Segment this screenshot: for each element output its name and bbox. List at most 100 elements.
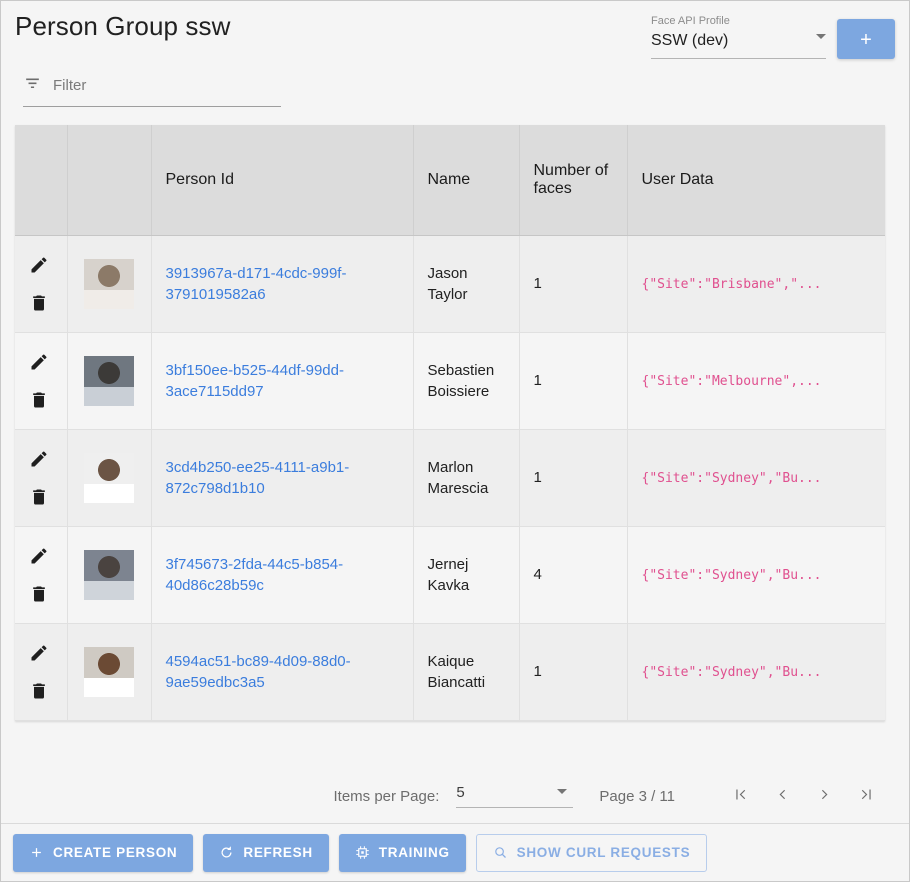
delete-person-button[interactable]	[29, 293, 49, 313]
faces-count: 1	[533, 275, 542, 292]
person-name: Jason Taylor	[427, 264, 468, 303]
user-data-cell: {"Site":"Brisbane","...	[627, 235, 885, 333]
edit-person-button[interactable]	[29, 352, 49, 372]
items-per-page-select[interactable]: 5	[456, 784, 574, 808]
face-api-profile-value: SSW (dev)	[651, 32, 729, 49]
user-data-cell: {"Site":"Sydney","Bu...	[627, 623, 885, 721]
avatar-cell	[67, 235, 152, 333]
show-curl-label: SHOW CURL REQUESTS	[516, 845, 691, 860]
row-actions-cell	[15, 623, 68, 721]
delete-icon	[29, 489, 49, 510]
face-api-profile-label: Face API Profile	[651, 15, 730, 27]
edit-person-button[interactable]	[29, 255, 49, 275]
edit-icon	[29, 450, 49, 472]
person-id-link[interactable]: 3bf150ee-b525-44df-99dd-3ace7115dd97	[166, 360, 399, 402]
first-page-icon	[732, 786, 749, 806]
page-indicator: Page 3 / 11	[599, 787, 675, 805]
user-data-cell: {"Site":"Sydney","Bu...	[627, 526, 885, 624]
person-id-cell: 3cd4b250-ee25-4111-a9b1-872c798d1b10	[151, 429, 414, 527]
delete-person-button[interactable]	[29, 390, 49, 410]
faces-count: 1	[533, 372, 542, 389]
plus-icon	[29, 845, 44, 860]
person-id-cell: 3f745673-2fda-44c5-b854-40d86c28b59c	[151, 526, 414, 624]
delete-icon	[29, 683, 49, 704]
delete-person-button[interactable]	[29, 584, 49, 604]
user-data-value: {"Site":"Sydney","Bu...	[641, 568, 822, 583]
person-name-cell: Kaique Biancatti	[413, 623, 520, 721]
edit-icon	[29, 353, 49, 375]
person-name-cell: Sebastien Boissiere	[413, 332, 520, 430]
next-page-button[interactable]	[803, 779, 845, 813]
column-header-user-data: User Data	[627, 125, 885, 236]
avatar-cell	[67, 332, 152, 430]
person-name: Marlon Marescia	[427, 458, 489, 497]
delete-person-button[interactable]	[29, 681, 49, 701]
refresh-label: REFRESH	[243, 845, 313, 860]
items-per-page-label: Items per Page:	[333, 787, 440, 805]
table-header-row: Person Id Name Number of faces User Data	[15, 125, 885, 236]
filter-list-icon	[23, 73, 42, 97]
faces-count-cell: 1	[519, 623, 628, 721]
edit-icon	[29, 547, 49, 569]
face-api-profile-select[interactable]: Face API Profile SSW (dev)	[651, 15, 826, 59]
page-title: Person Group ssw	[15, 11, 231, 41]
person-group-page: Person Group ssw Face API Profile SSW (d…	[0, 0, 910, 882]
delete-icon	[29, 586, 49, 607]
training-label: TRAINING	[378, 845, 450, 860]
filter-field[interactable]: Filter	[23, 73, 281, 107]
first-page-button[interactable]	[719, 779, 761, 813]
delete-icon	[29, 392, 49, 413]
memory-chip-icon	[355, 845, 370, 860]
training-button[interactable]: TRAINING	[338, 833, 466, 872]
user-data-value: {"Site":"Sydney","Bu...	[641, 665, 822, 680]
table-row: 3f745673-2fda-44c5-b854-40d86c28b59c Jer…	[15, 526, 885, 624]
refresh-button[interactable]: REFRESH	[203, 833, 329, 872]
create-person-button[interactable]: CREATE PERSON	[13, 833, 194, 872]
avatar	[84, 452, 134, 503]
person-name-cell: Jason Taylor	[413, 235, 520, 333]
person-id-link[interactable]: 3913967a-d171-4cdc-999f-3791019582a6	[166, 263, 399, 305]
table-row: 3bf150ee-b525-44df-99dd-3ace7115dd97 Seb…	[15, 332, 885, 430]
next-page-icon	[816, 786, 833, 806]
faces-count-cell: 1	[519, 332, 628, 430]
items-per-page-value: 5	[456, 784, 465, 801]
user-data-value: {"Site":"Melbourne",...	[641, 374, 822, 389]
show-curl-requests-button[interactable]: SHOW CURL REQUESTS	[475, 833, 708, 872]
chevron-down-icon	[816, 34, 826, 39]
delete-person-button[interactable]	[29, 487, 49, 507]
faces-count: 1	[533, 663, 542, 680]
faces-count-cell: 1	[519, 429, 628, 527]
edit-person-button[interactable]	[29, 449, 49, 469]
last-page-button[interactable]	[845, 779, 887, 813]
avatar	[84, 355, 134, 406]
edit-person-button[interactable]	[29, 546, 49, 566]
person-id-link[interactable]: 3f745673-2fda-44c5-b854-40d86c28b59c	[166, 554, 399, 596]
person-id-link[interactable]: 3cd4b250-ee25-4111-a9b1-872c798d1b10	[166, 457, 399, 499]
chevron-down-icon	[557, 789, 568, 794]
create-person-label: CREATE PERSON	[53, 845, 178, 860]
column-header-avatar	[67, 125, 152, 236]
person-id-link[interactable]: 4594ac51-bc89-4d09-88d0-9ae59edbc3a5	[166, 651, 399, 693]
column-header-actions	[15, 125, 68, 236]
filter-placeholder: Filter	[53, 76, 87, 94]
person-name: Kaique Biancatti	[427, 652, 486, 691]
add-person-group-button[interactable]: +	[837, 19, 895, 59]
person-name-cell: Jernej Kavka	[413, 526, 520, 624]
person-name: Sebastien Boissiere	[427, 361, 495, 400]
previous-page-icon	[774, 786, 791, 806]
person-name: Jernej Kavka	[427, 555, 470, 594]
person-name-cell: Marlon Marescia	[413, 429, 520, 527]
row-actions-cell	[15, 526, 68, 624]
faces-count-cell: 4	[519, 526, 628, 624]
person-table: Person Id Name Number of faces User Data	[15, 125, 885, 721]
person-id-cell: 4594ac51-bc89-4d09-88d0-9ae59edbc3a5	[151, 623, 414, 721]
person-id-cell: 3bf150ee-b525-44df-99dd-3ace7115dd97	[151, 332, 414, 430]
avatar-cell	[67, 429, 152, 527]
edit-person-button[interactable]	[29, 643, 49, 663]
table-row: 3cd4b250-ee25-4111-a9b1-872c798d1b10 Mar…	[15, 429, 885, 527]
avatar-cell	[67, 623, 152, 721]
refresh-icon	[219, 845, 234, 860]
previous-page-button[interactable]	[761, 779, 803, 813]
avatar	[84, 258, 134, 309]
table-row: 3913967a-d171-4cdc-999f-3791019582a6 Jas…	[15, 235, 885, 333]
